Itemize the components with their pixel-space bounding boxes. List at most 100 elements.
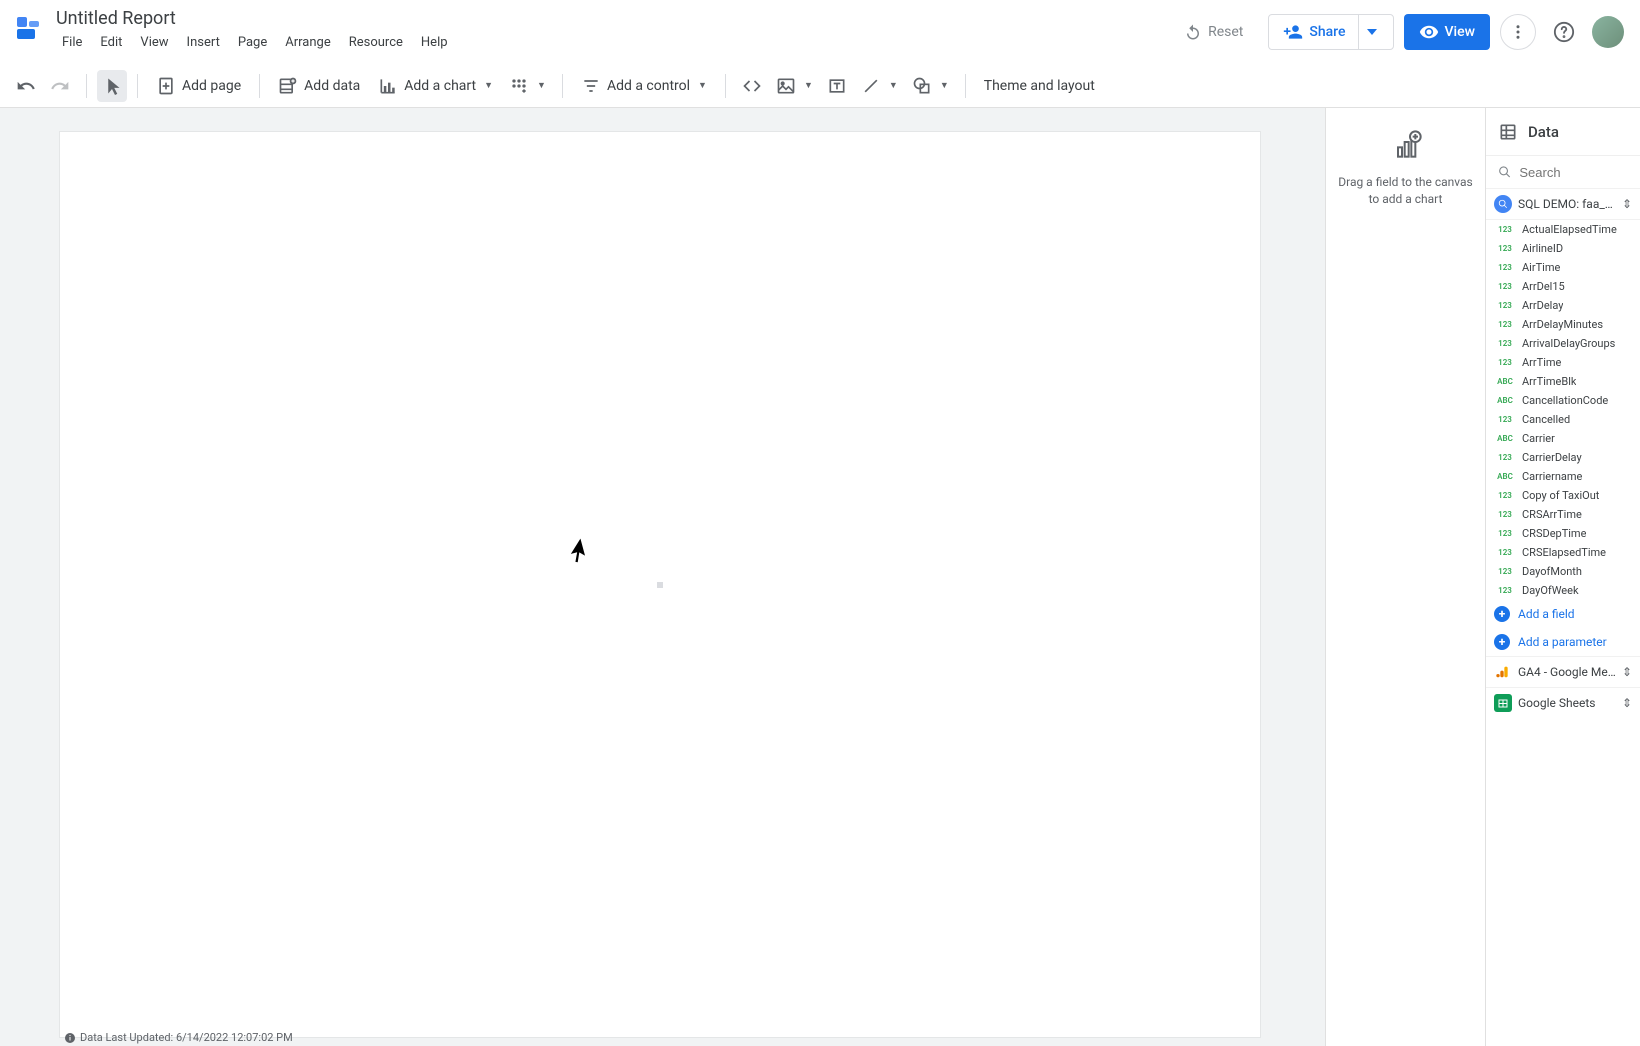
number-type-icon: 123 [1494, 509, 1516, 520]
data-source-ga4[interactable]: GA4 - Google Merc... ⇕ [1486, 656, 1640, 687]
canvas-center-marker [657, 582, 663, 588]
field-item[interactable]: 123 CRSArrTime [1486, 505, 1640, 524]
toolbar-separator [562, 74, 563, 98]
report-canvas[interactable] [60, 132, 1260, 1037]
field-item[interactable]: 123ArrDelay [1486, 296, 1640, 315]
add-field-label: Add a field [1518, 607, 1575, 621]
search-input[interactable] [1519, 165, 1628, 180]
menu-resource[interactable]: Resource [341, 31, 411, 54]
more-options-button[interactable] [1500, 14, 1536, 50]
text-button[interactable] [821, 70, 853, 102]
field-name: ArrTime [1522, 356, 1561, 369]
image-button[interactable]: ▼ [770, 70, 819, 102]
menu-insert[interactable]: Insert [179, 31, 228, 54]
field-item[interactable]: 123ArrDel15 [1486, 277, 1640, 296]
field-name: Copy of TaxiOut [1522, 489, 1599, 502]
field-search[interactable] [1486, 156, 1640, 188]
select-tool[interactable] [97, 70, 127, 102]
looker-studio-logo-icon[interactable] [10, 10, 46, 46]
field-name: DayOfWeek [1522, 584, 1579, 597]
chart-icon [378, 76, 398, 96]
code-icon [742, 76, 762, 96]
add-page-label: Add page [182, 78, 241, 94]
help-icon [1553, 21, 1575, 43]
add-parameter-button[interactable]: + Add a parameter [1486, 628, 1640, 656]
field-item[interactable]: ABCCancellationCode [1486, 391, 1640, 410]
line-button[interactable]: ▼ [855, 70, 904, 102]
field-item[interactable]: ABCArrTimeBlk [1486, 372, 1640, 391]
field-item[interactable]: 123DayofMonth [1486, 562, 1640, 581]
number-type-icon: 123 [1494, 224, 1516, 235]
field-name: ActualElapsedTime [1522, 223, 1617, 236]
menu-edit[interactable]: Edit [92, 31, 130, 54]
community-viz-button[interactable]: ▼ [503, 70, 552, 102]
help-button[interactable] [1546, 14, 1582, 50]
expand-icon[interactable]: ⇕ [1622, 665, 1632, 679]
add-chart-button[interactable]: Add a chart ▼ [370, 70, 501, 102]
field-name: ArrivalDelayGroups [1522, 337, 1615, 350]
menu-file[interactable]: File [54, 31, 90, 54]
text-type-icon: ABC [1494, 433, 1516, 444]
field-item[interactable]: 123Copy of TaxiOut [1486, 486, 1640, 505]
redo-button[interactable] [44, 70, 76, 102]
field-item[interactable]: 123CRSElapsedTime [1486, 543, 1640, 562]
field-item[interactable]: 123DayOfWeek [1486, 581, 1640, 600]
field-item[interactable]: ABCCarriername [1486, 467, 1640, 486]
field-item[interactable]: 123ArrDelayMinutes [1486, 315, 1640, 334]
menu-arrange[interactable]: Arrange [277, 31, 338, 54]
field-name: CRSArrTime [1522, 508, 1582, 521]
share-dropdown-caret[interactable] [1358, 14, 1385, 50]
apps-icon [509, 76, 529, 96]
field-item[interactable]: 123ArrTime [1486, 353, 1640, 372]
number-type-icon: 123 [1494, 338, 1516, 349]
search-icon [1498, 164, 1511, 180]
expand-icon[interactable]: ⇕ [1622, 696, 1632, 710]
user-avatar[interactable] [1592, 16, 1624, 48]
field-item[interactable]: ABCCarrier [1486, 429, 1640, 448]
theme-layout-button[interactable]: Theme and layout [976, 70, 1103, 102]
add-data-label: Add data [304, 78, 360, 94]
field-item[interactable]: 123CRSDepTime [1486, 524, 1640, 543]
embed-button[interactable] [736, 70, 768, 102]
data-source-name: GA4 - Google Merc... [1518, 665, 1616, 679]
menu-page[interactable]: Page [230, 31, 275, 54]
field-name: CRSDepTime [1522, 527, 1586, 540]
menu-view[interactable]: View [132, 31, 176, 54]
caret-down-icon: ▼ [537, 80, 546, 91]
add-page-button[interactable]: Add page [148, 70, 249, 102]
reset-button[interactable]: Reset [1169, 14, 1258, 50]
add-data-button[interactable]: Add data [270, 70, 368, 102]
undo-button[interactable] [10, 70, 42, 102]
fields-list: 123 ActualElapsedTime 123AirlineID123AirTi… [1486, 219, 1640, 600]
add-field-button[interactable]: + Add a field [1486, 600, 1640, 628]
undo-icon [16, 76, 36, 96]
field-item[interactable]: 123AirTime [1486, 258, 1640, 277]
database-icon [1498, 122, 1518, 142]
toolbar-separator [137, 74, 138, 98]
field-item[interactable]: 123CarrierDelay [1486, 448, 1640, 467]
toolbar-separator [725, 74, 726, 98]
shape-button[interactable]: ▼ [906, 70, 955, 102]
theme-layout-label: Theme and layout [984, 78, 1095, 94]
add-control-label: Add a control [607, 78, 690, 94]
field-item[interactable]: 123 ActualElapsedTime [1486, 220, 1640, 239]
add-control-button[interactable]: Add a control ▼ [573, 70, 715, 102]
info-icon [64, 1032, 76, 1044]
data-source-name: SQL DEMO: faa_fli... [1518, 197, 1616, 211]
data-source-bigquery[interactable]: SQL DEMO: faa_fli... ⇕ [1486, 188, 1640, 219]
line-icon [861, 76, 881, 96]
field-name: Cancelled [1522, 413, 1570, 426]
toolbar-separator [86, 74, 87, 98]
document-title[interactable]: Untitled Report [52, 8, 456, 31]
caret-down-icon: ▼ [804, 80, 813, 91]
field-item[interactable]: 123 ArrivalDelayGroups [1486, 334, 1640, 353]
menu-help[interactable]: Help [413, 31, 456, 54]
share-button[interactable]: Share [1268, 14, 1393, 50]
shape-icon [912, 76, 932, 96]
field-item[interactable]: 123Cancelled [1486, 410, 1640, 429]
view-button[interactable]: View [1404, 14, 1491, 50]
canvas-area[interactable]: Data Last Updated: 6/14/2022 12:07:02 PM [0, 108, 1325, 1046]
field-item[interactable]: 123AirlineID [1486, 239, 1640, 258]
data-source-sheets[interactable]: Google Sheets ⇕ [1486, 687, 1640, 718]
expand-icon[interactable]: ⇕ [1622, 197, 1632, 211]
